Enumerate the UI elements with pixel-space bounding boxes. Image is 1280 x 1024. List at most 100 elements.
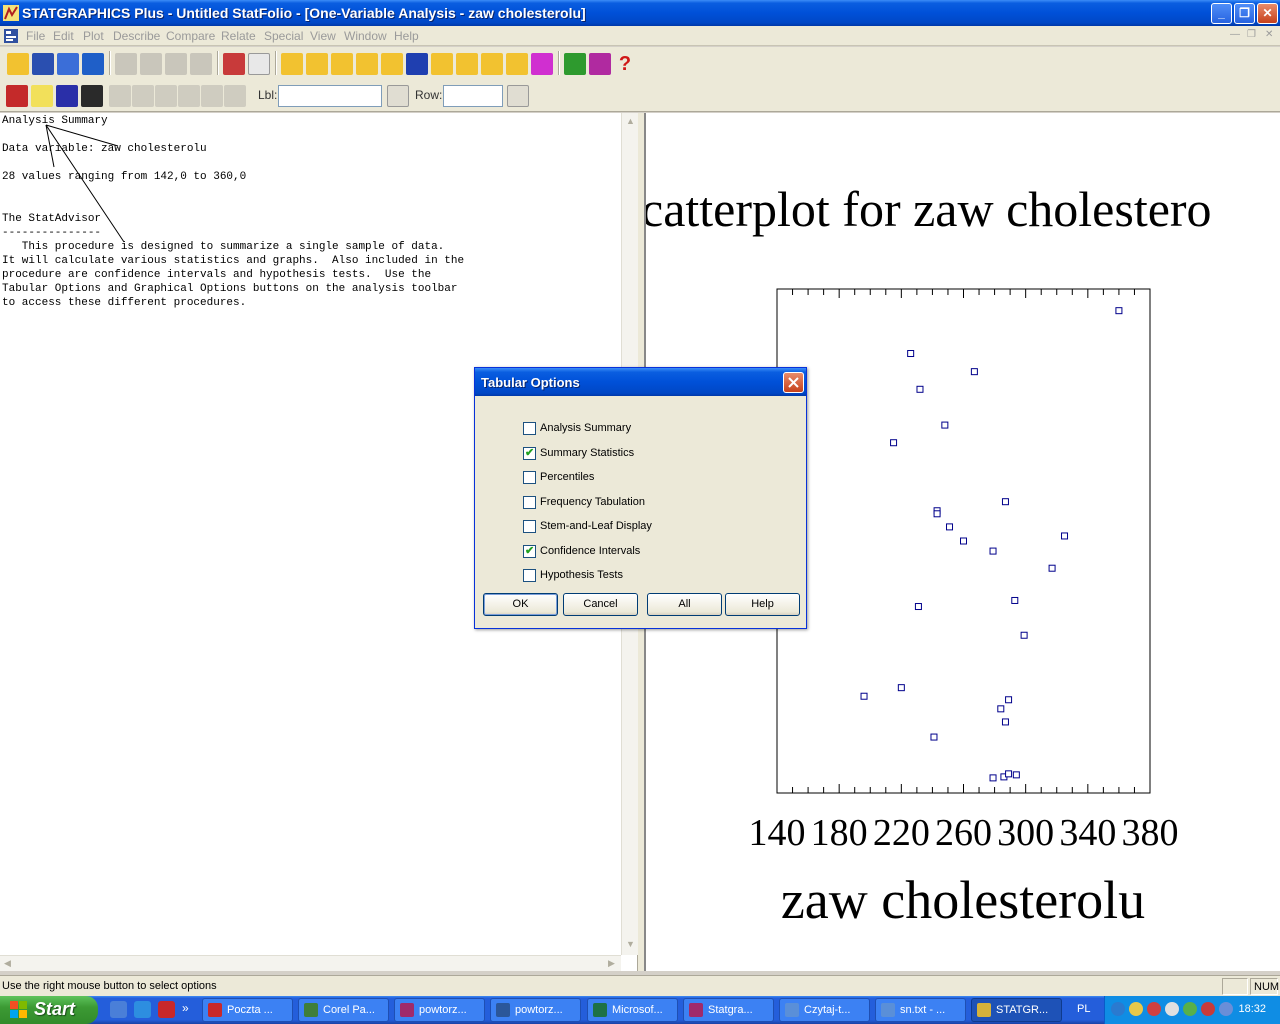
document-system-menu-icon[interactable] [3, 28, 19, 44]
binoculars-icon[interactable] [387, 85, 409, 107]
quick-launch-overflow-icon[interactable]: » [182, 1001, 189, 1015]
save-icon[interactable] [32, 53, 54, 75]
restore-button[interactable]: ❐ [1234, 3, 1255, 24]
data-point [989, 774, 997, 782]
scroll-down-icon[interactable]: ▼ [626, 939, 635, 949]
taskbar-button[interactable]: Poczta ... [202, 998, 293, 1022]
copy-icon[interactable] [140, 53, 162, 75]
all-button[interactable]: All [647, 593, 722, 616]
histogram-icon[interactable] [331, 53, 353, 75]
option-checkbox[interactable] [523, 422, 536, 435]
clock[interactable]: 18:32 [1238, 1003, 1266, 1015]
x-tick-label: 180 [811, 812, 868, 854]
safely-remove-icon[interactable] [1183, 1002, 1197, 1016]
taskbar-button[interactable]: Statgra... [683, 998, 774, 1022]
distribution-icon[interactable] [431, 53, 453, 75]
menu-help[interactable]: Help [394, 29, 419, 43]
taskbar-button[interactable]: STATGR... [971, 998, 1062, 1022]
globe-chart-icon[interactable] [481, 53, 503, 75]
data-point [941, 421, 949, 429]
row-input[interactable] [443, 85, 503, 107]
menu-relate[interactable]: Relate [221, 29, 256, 43]
antivirus-icon[interactable] [1147, 1002, 1161, 1016]
option-checkbox[interactable] [523, 569, 536, 582]
network-icon[interactable] [1165, 1002, 1179, 1016]
tray-arrow-icon[interactable] [1111, 1002, 1125, 1016]
taskbar-button[interactable]: Microsof... [587, 998, 678, 1022]
menu-describe[interactable]: Describe [113, 29, 160, 43]
opera-icon[interactable] [158, 1001, 175, 1018]
taskbar-button[interactable]: powtorz... [490, 998, 581, 1022]
paste-icon[interactable] [165, 53, 187, 75]
dialog-title-bar[interactable]: Tabular Options [475, 368, 806, 396]
scroll-right-icon[interactable]: ▶ [608, 958, 615, 969]
spreadsheet-icon[interactable] [57, 53, 79, 75]
locate-icon [132, 85, 154, 107]
messenger-icon[interactable] [1219, 1002, 1233, 1016]
dialog-close-button[interactable] [783, 372, 804, 393]
print-preview-icon[interactable] [248, 53, 270, 75]
regression-icon[interactable] [381, 53, 403, 75]
binoculars-row-icon[interactable] [507, 85, 529, 107]
menu-compare[interactable]: Compare [166, 29, 215, 43]
option-checkbox[interactable]: ✔ [523, 446, 536, 460]
data-point [897, 684, 905, 692]
control-chart-icon[interactable] [506, 53, 528, 75]
option-checkbox[interactable]: ✔ [523, 544, 536, 558]
save-results-icon[interactable] [81, 85, 103, 107]
scroll-left-icon[interactable]: ◀ [4, 958, 11, 969]
line-chart-icon[interactable] [456, 53, 478, 75]
print-icon[interactable] [223, 53, 245, 75]
language-indicator[interactable]: PL [1077, 1003, 1090, 1015]
sample-size-icon[interactable] [531, 53, 553, 75]
close-button[interactable]: ✕ [1257, 3, 1278, 24]
open-icon[interactable] [7, 53, 29, 75]
box-plot-icon[interactable] [306, 53, 328, 75]
undo-icon[interactable] [190, 53, 212, 75]
ok-button[interactable]: OK [483, 593, 558, 616]
help-icon[interactable]: ? [614, 53, 636, 75]
menu-view[interactable]: View [310, 29, 336, 43]
option-checkbox[interactable] [523, 520, 536, 533]
mdi-minimize-icon[interactable]: — [1230, 29, 1240, 40]
help-button[interactable]: Help [725, 593, 800, 616]
data-point [989, 547, 997, 555]
option-checkbox[interactable] [523, 471, 536, 484]
lbl-input[interactable] [278, 85, 382, 107]
mdi-close-icon[interactable]: ✕ [1265, 29, 1273, 40]
show-desktop-icon[interactable] [110, 1001, 127, 1018]
taskbar-button[interactable]: sn.txt - ... [875, 998, 966, 1022]
horizontal-scrollbar[interactable]: ◀ ▶ [0, 955, 621, 971]
scroll-up-icon[interactable]: ▲ [626, 116, 635, 126]
data-point [1005, 696, 1013, 704]
graphical-options-icon[interactable] [56, 85, 78, 107]
tabular-options-icon[interactable] [31, 85, 53, 107]
mdi-restore-icon[interactable]: ❐ [1247, 29, 1256, 40]
cut-icon[interactable] [115, 53, 137, 75]
cancel-button[interactable]: Cancel [563, 593, 638, 616]
taskbar-button[interactable]: Czytaj-t... [779, 998, 870, 1022]
statwizard-icon[interactable] [564, 53, 586, 75]
xy-plot-icon[interactable] [356, 53, 378, 75]
menu-file[interactable]: File [26, 29, 45, 43]
taskbar-button[interactable]: powtorz... [394, 998, 485, 1022]
update-icon[interactable] [1201, 1002, 1215, 1016]
statadvisor-icon[interactable] [589, 53, 611, 75]
menu-plot[interactable]: Plot [83, 29, 104, 43]
option-checkbox[interactable] [523, 495, 536, 509]
menu-special[interactable]: Special [264, 29, 303, 43]
time-series-icon[interactable] [406, 53, 428, 75]
statgraphics-app-icon[interactable] [3, 5, 19, 21]
input-dialog-icon[interactable] [6, 85, 28, 107]
save-data-icon[interactable] [82, 53, 104, 75]
scatterplot-icon[interactable] [281, 53, 303, 75]
internet-explorer-icon[interactable] [134, 1001, 151, 1018]
taskbar-button-label: Statgra... [708, 1004, 753, 1016]
menu-window[interactable]: Window [344, 29, 387, 43]
start-button[interactable]: Start [0, 996, 98, 1024]
taskbar-button[interactable]: Corel Pa... [298, 998, 389, 1022]
start-label: Start [34, 999, 76, 1019]
minimize-button[interactable]: _ [1211, 3, 1232, 24]
menu-edit[interactable]: Edit [53, 29, 74, 43]
security-shield-icon[interactable] [1129, 1002, 1143, 1016]
